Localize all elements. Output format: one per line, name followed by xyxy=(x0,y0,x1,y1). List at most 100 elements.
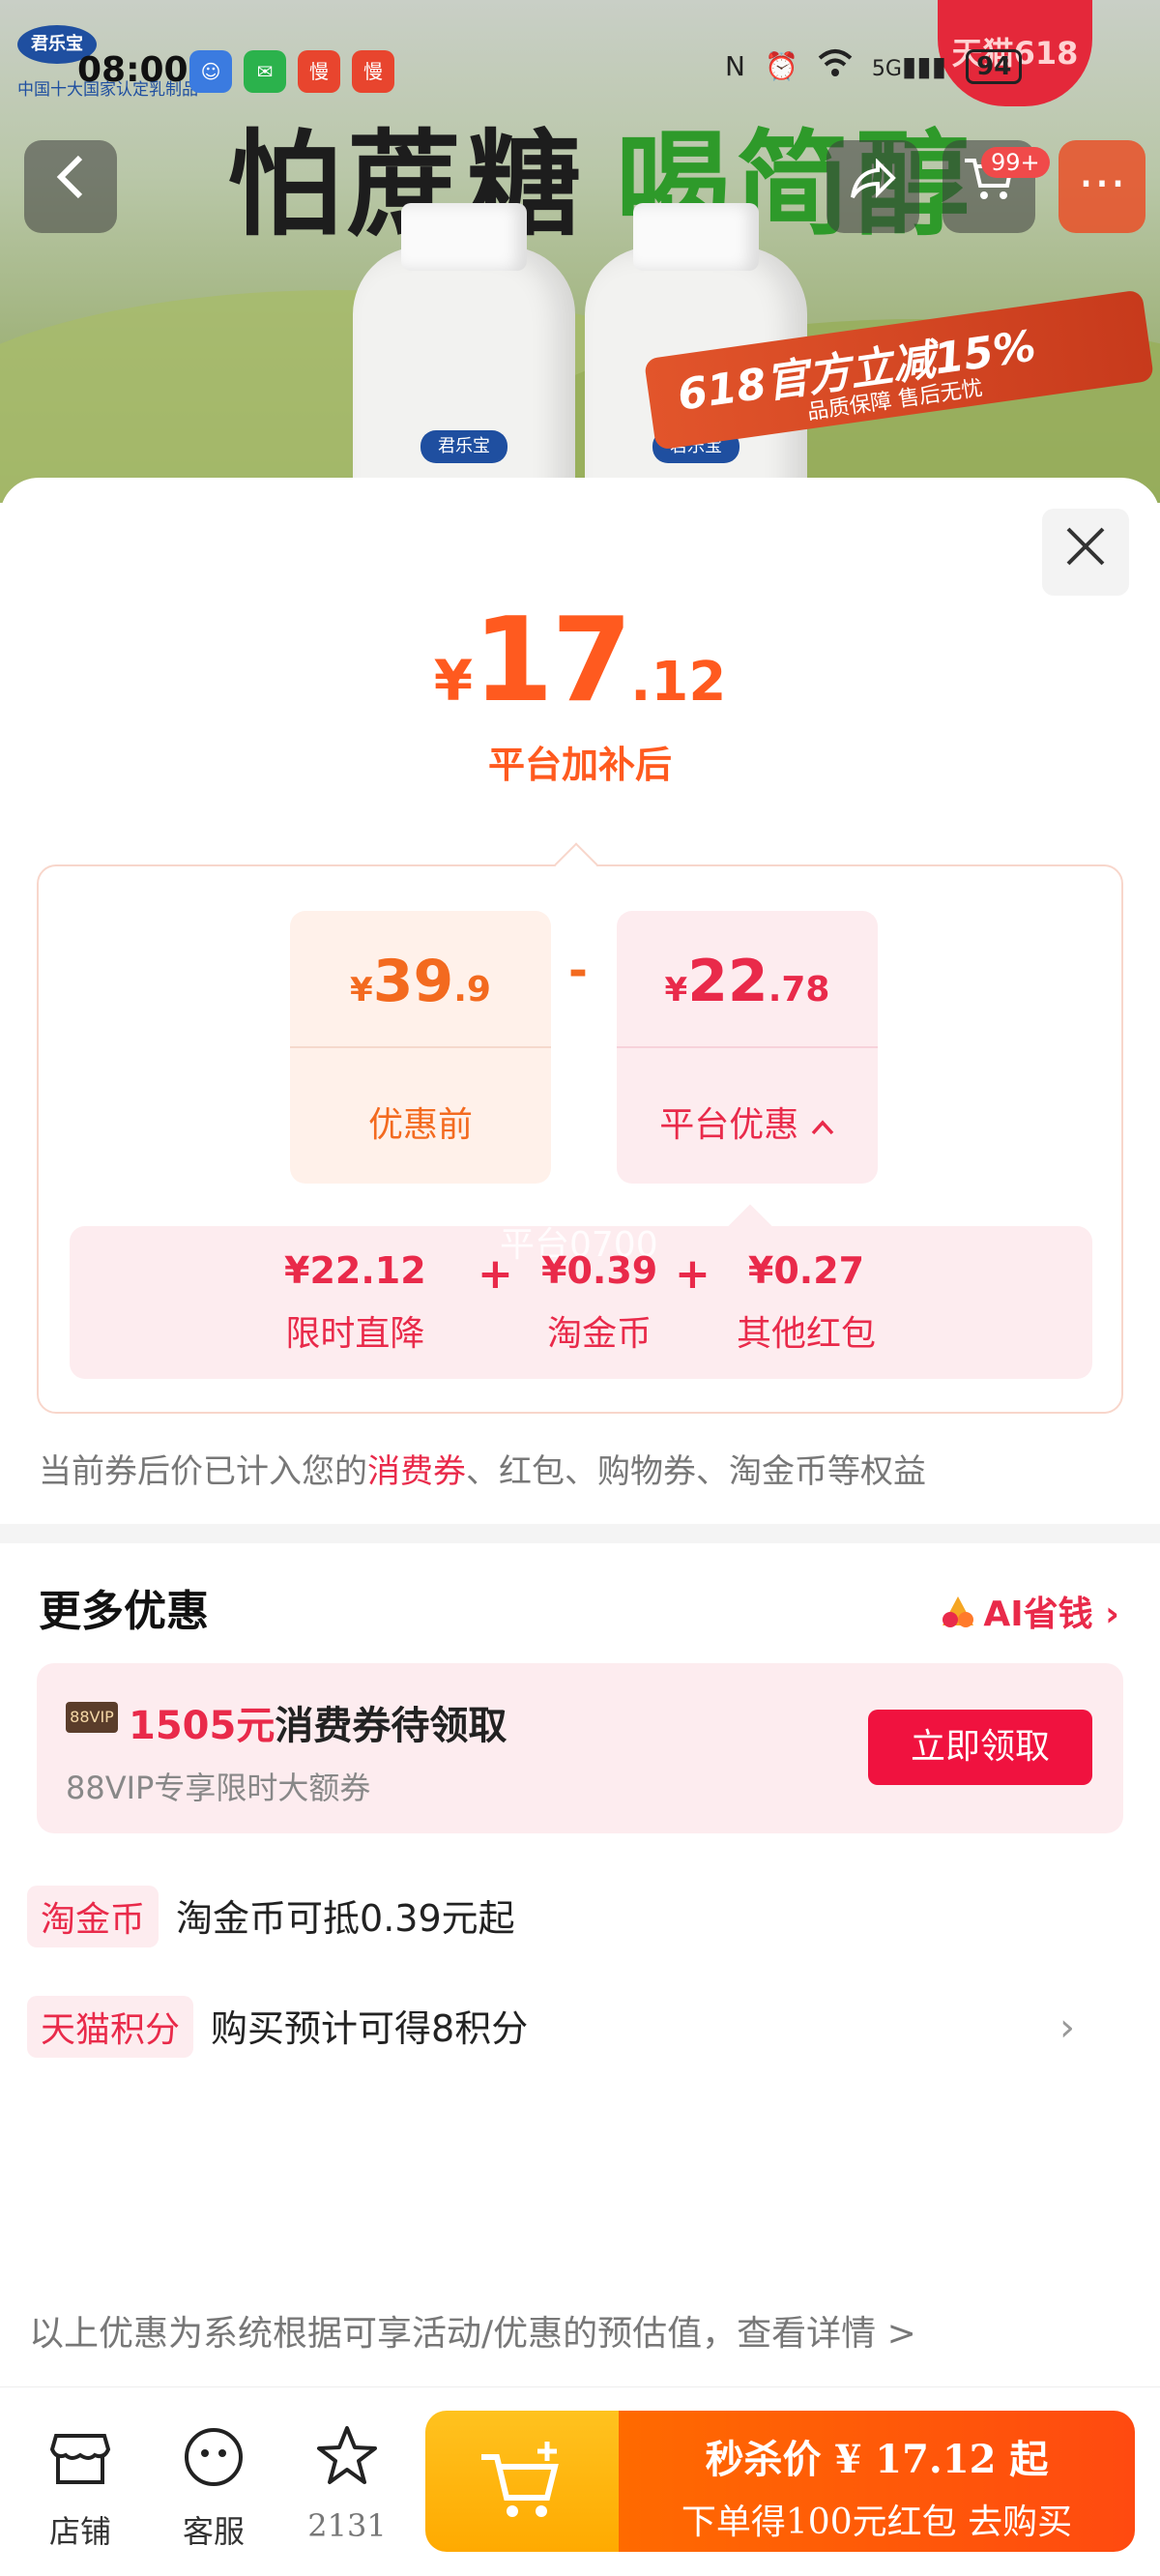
discount-item: ¥0.27 其他红包 xyxy=(737,1249,876,1356)
vip-badge: 88VIP xyxy=(66,1702,118,1733)
more-menu-button[interactable]: ··· xyxy=(1058,140,1146,233)
taojinbi-tag: 淘金币 xyxy=(27,1886,160,1947)
discount-item-name: 其他红包 xyxy=(737,1314,877,1354)
vip-coupon-text: 消费券待领取 xyxy=(275,1704,508,1748)
original-price-decimal: .9 xyxy=(453,970,491,1010)
discount-details: 平台0700 ¥22.12 限时直降 + ¥0.39 淘金币 + ¥0.27 其… xyxy=(70,1204,1092,1379)
plus-sign: + xyxy=(478,1249,513,1299)
bottom-action-bar: 店铺 客服 2131 秒杀价 ¥ 17.12 起 下单得100元红包 去购买 xyxy=(0,2386,1160,2576)
details-pointer xyxy=(728,1204,772,1248)
ai-save-link[interactable]: AI省钱 › xyxy=(939,1586,1119,1636)
note-suffix: 、红包、购物券、淘金币等权益 xyxy=(466,1452,926,1491)
section-divider xyxy=(0,1524,1160,1543)
buy-now-button[interactable]: 秒杀价 ¥ 17.12 起 下单得100元红包 去购买 xyxy=(425,2411,1135,2552)
card-divider xyxy=(617,1046,878,1048)
wechat-icon: ✉ xyxy=(244,50,286,93)
share-icon xyxy=(851,158,896,199)
share-button[interactable] xyxy=(826,140,919,233)
slow-app-icon: 慢 xyxy=(298,50,340,93)
status-indicators: N ⏰ 5G▮▮▮ 94 xyxy=(725,48,1023,84)
chevron-right-icon: › xyxy=(1105,1595,1119,1634)
bottle-label: 君乐宝 xyxy=(420,430,508,463)
claim-coupon-button[interactable]: 立即领取 xyxy=(868,1710,1092,1785)
wifi-icon xyxy=(818,48,853,84)
more-offers-title: 更多优惠 xyxy=(39,1587,209,1636)
shop-label: 店铺 xyxy=(48,2513,111,2550)
battery-indicator: 94 xyxy=(966,48,1023,84)
platform-discount-label: 平台优惠 xyxy=(617,1097,878,1147)
platform-discount-card[interactable]: ¥22.78 平台优惠 xyxy=(617,911,878,1184)
platform-discount: ¥22.78 xyxy=(617,948,878,1015)
discount-item-amount: ¥0.27 xyxy=(747,1249,865,1292)
seckill-price-label: 秒杀价 ¥ 17.12 起 xyxy=(705,2437,1049,2482)
original-price-currency: ¥ xyxy=(350,971,373,1010)
shop-button[interactable]: 店铺 xyxy=(27,2422,133,2552)
price-breakdown-box: ¥39.9 优惠前 - ¥22.78 平台优惠 平台0700 ¥22.12 限时… xyxy=(37,842,1123,1414)
discount-item: ¥0.39 淘金币 xyxy=(541,1249,657,1356)
signal-icon: 5G▮▮▮ xyxy=(871,50,947,82)
product-bottle-image: 君乐宝 xyxy=(353,203,575,503)
star-icon xyxy=(317,2426,377,2484)
final-price-decimal: .12 xyxy=(630,651,727,714)
final-price: ¥17.12 xyxy=(0,594,1160,728)
seckill-buy-button[interactable]: 秒杀价 ¥ 17.12 起 下单得100元红包 去购买 xyxy=(619,2411,1135,2552)
vip-coupon-title: 1505元消费券待领取 xyxy=(129,1694,507,1750)
ai-save-label: AI省钱 xyxy=(983,1595,1093,1634)
more-dots-icon: ··· xyxy=(1078,156,1126,214)
add-to-cart-button[interactable] xyxy=(425,2411,619,2552)
price-detail-sheet: ¥17.12 平台加补后 ¥39.9 优惠前 - ¥22.78 平台优惠 平台0… xyxy=(0,478,1160,2576)
ai-sparkle-icon xyxy=(942,1596,974,1627)
slow-app-icon: 慢 xyxy=(352,50,394,93)
discount-item-amount: ¥22.12 xyxy=(284,1249,426,1292)
taojinbi-text: 淘金币可抵0.39元起 xyxy=(176,1897,515,1940)
discount-item-name: 限时直降 xyxy=(285,1314,425,1354)
close-button[interactable] xyxy=(1042,509,1129,596)
taojinbi-row: 淘金币 淘金币可抵0.39元起 xyxy=(27,1886,515,1947)
final-price-caption: 平台加补后 xyxy=(487,744,672,786)
tmall-points-tag: 天猫积分 xyxy=(27,1996,194,2058)
disclaimer-link[interactable]: 以上优惠为系统根据可享活动/优惠的预估值，查看详情 > xyxy=(29,2305,916,2356)
vip-coupon-card: 88VIP 1505元消费券待领取 88VIP专享限时大额券 立即领取 xyxy=(37,1663,1123,1833)
note-prefix: 当前券后价已计入您的 xyxy=(39,1452,367,1491)
seckill-reward-label: 下单得100元红包 去购买 xyxy=(681,2503,1073,2542)
product-banner: 君乐宝 中国十大国家认定乳制品 天猫618 怕蔗糖 喝简醇 君乐宝 君乐宝 618… xyxy=(0,0,1160,503)
vip-coupon-subtitle: 88VIP专享限时大额券 xyxy=(66,1770,371,1806)
shop-icon xyxy=(49,2434,111,2484)
customer-service-button[interactable]: 客服 xyxy=(160,2422,267,2552)
tmall-points-text: 购买预计可得8积分 xyxy=(211,2007,529,2050)
notification-app-icon: ☺ xyxy=(189,50,232,93)
favorite-count: 2131 xyxy=(307,2507,387,2544)
final-price-currency: ¥ xyxy=(433,648,474,714)
minus-sign: - xyxy=(568,944,588,998)
discount-decimal: .78 xyxy=(768,970,830,1010)
price-note: 当前券后价已计入您的消费券、红包、购物券、淘金币等权益 xyxy=(39,1445,926,1492)
add-cart-icon xyxy=(481,2442,559,2517)
chevron-up-icon xyxy=(811,1120,834,1135)
original-price-integer: 39 xyxy=(372,948,454,1015)
breakdown-pointer xyxy=(554,842,598,887)
nfc-icon: N xyxy=(725,50,745,82)
discount-integer: 22 xyxy=(687,948,768,1015)
close-icon xyxy=(1066,527,1105,566)
vip-coupon-amount: 1505元 xyxy=(129,1704,276,1748)
service-icon xyxy=(185,2428,243,2486)
discount-item-name: 淘金币 xyxy=(547,1314,652,1354)
note-highlight[interactable]: 消费券 xyxy=(367,1452,466,1491)
bottle-cap xyxy=(633,203,759,271)
chevron-left-icon xyxy=(56,155,83,199)
bottle-cap xyxy=(401,203,527,271)
chevron-right-icon: › xyxy=(1059,2005,1075,2050)
discount-item-amount: ¥0.39 xyxy=(541,1249,658,1292)
final-price-integer: 17 xyxy=(473,594,632,728)
back-button[interactable] xyxy=(24,140,117,233)
status-time: 08:00 xyxy=(77,50,188,90)
service-label: 客服 xyxy=(182,2513,245,2550)
platform-discount-label-text: 平台优惠 xyxy=(659,1105,799,1145)
plus-sign: + xyxy=(675,1249,710,1299)
alarm-icon: ⏰ xyxy=(764,50,798,82)
tmall-points-row[interactable]: 天猫积分 购买预计可得8积分 › xyxy=(27,1996,1133,2058)
favorite-button[interactable]: 2131 xyxy=(294,2422,400,2544)
discount-item: ¥22.12 限时直降 xyxy=(284,1249,426,1356)
cart-count-badge: 99+ xyxy=(981,147,1050,178)
original-price-card: ¥39.9 优惠前 xyxy=(290,911,551,1184)
